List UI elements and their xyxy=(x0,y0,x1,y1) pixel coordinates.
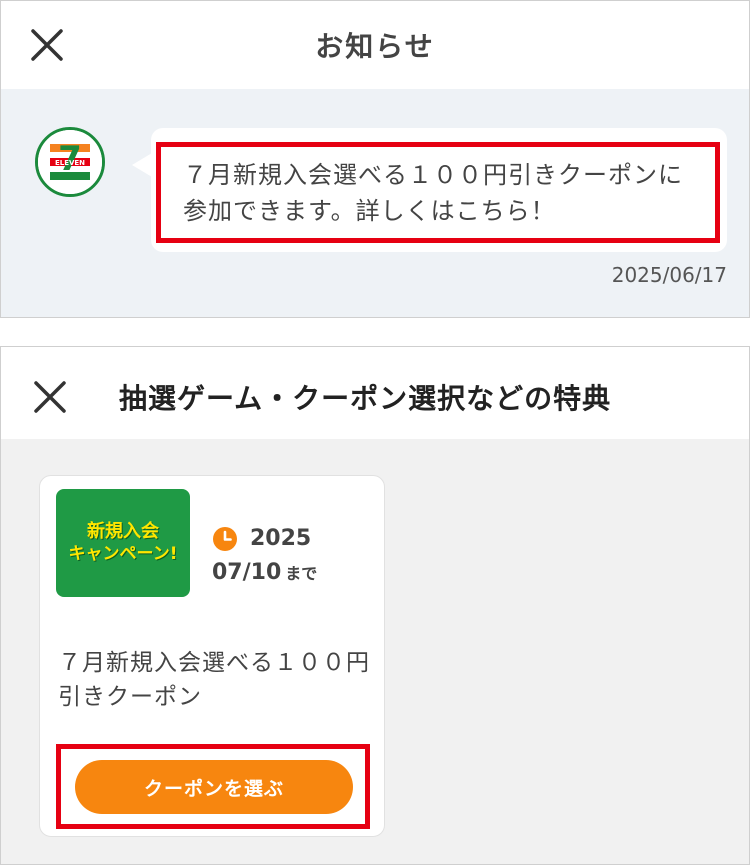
notice-title: お知らせ xyxy=(315,30,435,63)
close-button[interactable] xyxy=(28,375,72,419)
coupon-title: ７月新規入会選べる１００円引きクーポン xyxy=(58,650,370,710)
notice-panel: お知らせ 7 ELEVEN ７月新規入会選べる１００円引きクーポンに参加できます… xyxy=(0,0,750,318)
seven-eleven-logo-icon: 7 ELEVEN xyxy=(38,130,102,194)
campaign-thumbnail: 新規入会 キャンペーン! xyxy=(56,489,190,597)
clock-icon xyxy=(212,526,238,552)
close-icon xyxy=(34,381,66,413)
bubble-tail xyxy=(132,153,152,177)
benefits-header: 抽選ゲーム・クーポン選択などの特典 xyxy=(1,347,749,439)
deadline-year: 2025 xyxy=(250,526,312,551)
deadline-date-value: 07/10 xyxy=(212,560,282,585)
deadline-date: 07/10 まで xyxy=(212,560,317,585)
thumbnail-line1: 新規入会 xyxy=(87,521,159,542)
avatar: 7 ELEVEN xyxy=(35,127,105,197)
notice-date: 2025/06/17 xyxy=(611,263,727,287)
benefits-panel: 抽選ゲーム・クーポン選択などの特典 新規入会 キャンペーン! 2025 07/1… xyxy=(0,346,750,865)
notice-header: お知らせ xyxy=(1,1,749,89)
benefits-title: 抽選ゲーム・クーポン選択などの特典 xyxy=(119,382,612,415)
select-coupon-button[interactable]: クーポンを選ぶ xyxy=(75,760,353,814)
logo-text: ELEVEN xyxy=(55,159,85,167)
coupon-card[interactable]: 新規入会 キャンペーン! 2025 07/10 まで ７月新規入会選べる１００円引… xyxy=(39,475,385,837)
deadline-suffix: まで xyxy=(285,564,318,583)
thumbnail-line2: キャンペーン! xyxy=(68,544,178,564)
notice-message[interactable]: ７月新規入会選べる１００円引きクーポンに参加できます。詳しくはこちら！ xyxy=(156,142,720,243)
